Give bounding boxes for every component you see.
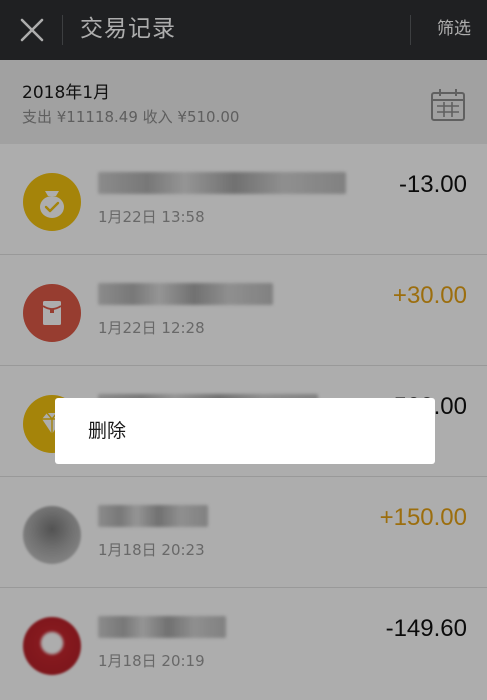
transaction-records-screen: 交易记录 筛选 2018年1月 支出 ¥11118.49 收入 ¥510.00	[0, 0, 487, 700]
context-menu: 删除	[55, 398, 435, 464]
modal-overlay[interactable]	[0, 0, 487, 700]
delete-menu-item[interactable]: 删除	[88, 417, 126, 445]
